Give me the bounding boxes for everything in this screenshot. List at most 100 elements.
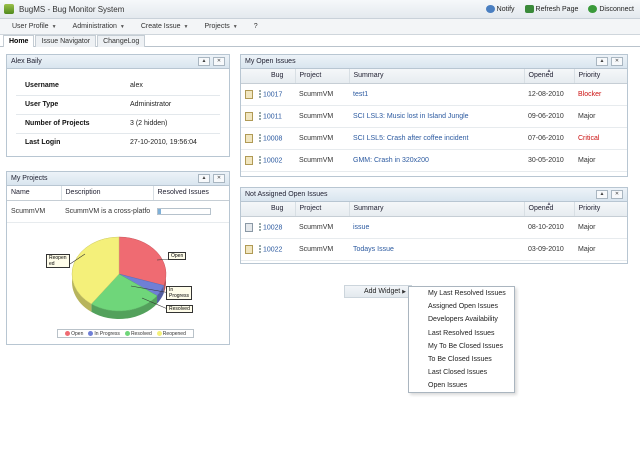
legend-swatch <box>124 331 130 336</box>
bug-id[interactable]: 10008 <box>263 135 282 142</box>
menu-item-my-to-be-closed[interactable]: My To Be Closed Issues <box>409 340 514 353</box>
summary-link[interactable]: SCI LSL5: Crash after coffee incident <box>349 127 524 150</box>
menu-item-open-issues[interactable]: Open Issues <box>409 379 514 392</box>
menu-item-my-last-resolved[interactable]: My Last Resolved Issues <box>409 287 514 300</box>
opened-date: 08-10-2010 <box>524 216 574 239</box>
disconnect-label: Disconnect <box>599 5 634 13</box>
table-row[interactable]: 10017 ScummVM test1 12-08-2010 Blocker <box>241 83 627 106</box>
drag-handle-icon[interactable] <box>259 134 261 142</box>
menu-item-assigned-open[interactable]: Assigned Open Issues <box>409 300 514 313</box>
priority: Major <box>574 238 627 261</box>
col-resolved-issues[interactable]: Resolved Issues <box>153 186 229 201</box>
opened-date: 07-06-2010 <box>524 127 574 150</box>
bug-id[interactable]: 10022 <box>263 246 282 253</box>
refresh-label: Refresh Page <box>535 5 579 13</box>
top-actions: Notify Refresh Page Disconnect <box>485 5 640 13</box>
issue-type-icon <box>245 89 253 99</box>
add-widget-menu: My Last Resolved Issues Assigned Open Is… <box>408 286 515 393</box>
pie-callout-in-progress: In Progress <box>166 286 192 300</box>
legend-item-resolved: Resolved <box>124 330 152 337</box>
pie-callout-open: Open <box>168 252 187 260</box>
collapse-button[interactable]: ▲ <box>596 190 608 199</box>
summary-link[interactable]: Todays Issue <box>349 238 524 261</box>
projects-count-value: 3 (2 hidden) <box>130 120 168 127</box>
close-button[interactable]: ✕ <box>611 57 623 66</box>
tab-home[interactable]: Home <box>3 35 35 47</box>
table-header: Bug Project Summary Opened ▲ Priority <box>241 68 627 84</box>
drag-handle-icon[interactable] <box>259 112 261 120</box>
bug-id[interactable]: 10002 <box>263 157 282 164</box>
menu-projects[interactable]: Projects ▼ <box>198 23 243 30</box>
bug-id[interactable]: 10011 <box>263 113 282 120</box>
table-row[interactable]: 10022 ScummVM Todays Issue 03-09-2010 Ma… <box>241 238 627 261</box>
notify-button[interactable]: Notify <box>485 5 515 13</box>
col-name[interactable]: Name <box>7 186 62 201</box>
col-opened[interactable]: Opened ▲ <box>524 201 575 217</box>
legend-label: Resolved <box>130 330 152 337</box>
title-bar: BugMS - Bug Monitor System Notify Refres… <box>0 0 640 19</box>
refresh-page-button[interactable]: Refresh Page <box>524 5 579 13</box>
project: ScummVM <box>295 149 349 172</box>
app-title: BugMS - Bug Monitor System <box>19 4 125 14</box>
drag-handle-icon[interactable] <box>259 245 261 253</box>
last-login-label: Last Login <box>25 139 61 146</box>
menu-create-issue[interactable]: Create Issue ▼ <box>135 23 195 30</box>
summary-link[interactable]: SCI LSL3: Music lost in Island Jungle <box>349 105 524 128</box>
table-row[interactable]: 10008 ScummVM SCI LSL5: Crash after coff… <box>241 127 627 150</box>
col-summary[interactable]: Summary <box>349 69 525 84</box>
menu-administration[interactable]: Administration ▼ <box>67 23 131 30</box>
col-project[interactable]: Project <box>295 202 350 217</box>
app-logo-icon <box>4 4 14 14</box>
col-bug[interactable]: Bug <box>241 202 296 217</box>
menu-help[interactable]: ? <box>248 23 264 30</box>
drag-handle-icon[interactable] <box>259 156 261 164</box>
my-projects-widget: My Projects ▲ ✕ Name Description Resolve… <box>6 171 230 345</box>
col-priority[interactable]: Priority <box>574 69 627 84</box>
summary-link[interactable]: GMM: Crash in 320x200 <box>349 149 524 172</box>
tab-strip: Home Issue Navigator ChangeLog <box>0 35 640 47</box>
sort-asc-icon: ▲ <box>546 201 552 207</box>
disconnect-button[interactable]: Disconnect <box>588 5 634 13</box>
divider <box>16 95 220 96</box>
menu-item-last-closed[interactable]: Last Closed Issues <box>409 366 514 379</box>
table-row[interactable]: ScummVM ScummVM is a cross-platfo <box>7 200 229 223</box>
col-priority[interactable]: Priority <box>574 202 627 217</box>
table-row[interactable]: 10011 ScummVM SCI LSL3: Music lost in Is… <box>241 105 627 128</box>
close-button[interactable]: ✕ <box>213 174 225 183</box>
chevron-down-icon: ▼ <box>51 23 57 30</box>
pie-callout-resolved: Resolved <box>166 305 193 313</box>
tab-issue-navigator[interactable]: Issue Navigator <box>35 35 97 47</box>
drag-handle-icon[interactable] <box>259 223 261 231</box>
tab-changelog[interactable]: ChangeLog <box>97 35 146 47</box>
bug-id[interactable]: 10028 <box>263 224 282 231</box>
legend-label: In Progress <box>94 330 120 337</box>
menu-item-to-be-closed[interactable]: To Be Closed Issues <box>409 353 514 366</box>
bug-id[interactable]: 10017 <box>263 91 282 98</box>
widget-controls: ▲ ✕ <box>596 57 627 66</box>
table-header: Name Description Resolved Issues <box>7 186 229 201</box>
drag-handle-icon[interactable] <box>259 90 261 98</box>
col-project[interactable]: Project <box>295 69 350 84</box>
summary-link[interactable]: test1 <box>349 83 524 106</box>
add-widget-button[interactable]: Add Widget ▶ <box>344 285 412 298</box>
collapse-button[interactable]: ▲ <box>198 174 210 183</box>
col-summary[interactable]: Summary <box>349 202 525 217</box>
col-bug[interactable]: Bug <box>241 69 296 84</box>
collapse-button[interactable]: ▲ <box>198 57 210 66</box>
widget-controls: ▲ ✕ <box>198 57 229 66</box>
table-row[interactable]: 10002 ScummVM GMM: Crash in 320x200 30-0… <box>241 149 627 172</box>
menu-item-last-resolved[interactable]: Last Resolved Issues <box>409 327 514 340</box>
collapse-button[interactable]: ▲ <box>596 57 608 66</box>
resolved-progress-cell <box>153 200 229 223</box>
col-description[interactable]: Description <box>61 186 154 201</box>
widget-title: My Open Issues <box>245 58 296 65</box>
table-row[interactable]: 10028 ScummVM issue 08-10-2010 Major <box>241 216 627 239</box>
close-button[interactable]: ✕ <box>213 57 225 66</box>
close-button[interactable]: ✕ <box>611 190 623 199</box>
widget-header: My Projects ▲ ✕ <box>7 172 229 186</box>
col-opened[interactable]: Opened ▲ <box>524 68 575 84</box>
summary-link[interactable]: issue <box>349 216 524 239</box>
widget-title: Alex Baily <box>11 58 42 65</box>
menu-user-profile[interactable]: User Profile ▼ <box>6 23 63 30</box>
menu-item-developers-availability[interactable]: Developers Availability <box>409 313 514 326</box>
